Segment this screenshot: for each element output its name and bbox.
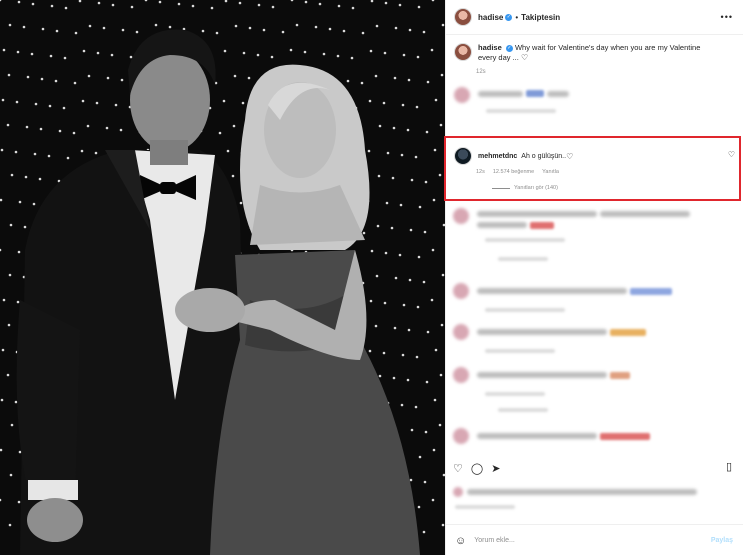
blurred-text bbox=[547, 90, 569, 97]
comment-row-blurred bbox=[453, 208, 738, 229]
blurred-emoji bbox=[526, 90, 544, 97]
comment-username[interactable]: mehmetdnc bbox=[478, 153, 517, 160]
highlighted-comment: mehmetdnc Ah o gülüşün.. ♡ ♡ 12s 12.574 … bbox=[444, 136, 741, 201]
commenter-avatar[interactable] bbox=[453, 208, 469, 224]
commenter-avatar[interactable] bbox=[453, 324, 469, 340]
post-photo bbox=[0, 0, 445, 555]
separator-dot: • bbox=[515, 12, 519, 22]
comment-meta: 12s 12.574 beğenme Yanıtla bbox=[476, 169, 559, 175]
comment-text: Ah o gülüşün.. bbox=[521, 152, 567, 160]
post-caption: hadise ✓ Why wait for Valentine's day wh… bbox=[446, 35, 743, 63]
commenter-avatar[interactable] bbox=[453, 428, 469, 444]
bookmark-icon[interactable]: ▯ bbox=[726, 460, 732, 473]
post-header: hadise ✓ • Takiptesin ••• bbox=[446, 0, 743, 35]
caption-username[interactable]: hadise bbox=[478, 43, 502, 52]
reply-button[interactable]: Yanıtla bbox=[542, 169, 559, 175]
couple-photo-illustration bbox=[0, 0, 445, 555]
heart-icon[interactable]: ♡ bbox=[728, 150, 735, 159]
emoji-icon[interactable]: ☺ bbox=[455, 535, 466, 547]
verified-badge-icon: ✓ bbox=[505, 13, 513, 21]
comment-likes[interactable]: 12.574 beğenme bbox=[493, 169, 534, 175]
follow-status[interactable]: Takiptesin bbox=[521, 13, 560, 22]
comment-row-blurred bbox=[453, 283, 738, 299]
caption-time: 12s bbox=[476, 69, 486, 75]
blurred-text bbox=[478, 90, 523, 97]
post-comment-button[interactable]: Paylaş bbox=[711, 537, 733, 544]
commenter-avatar[interactable] bbox=[454, 87, 470, 103]
commenter-avatar[interactable] bbox=[454, 147, 472, 165]
comment-icon[interactable]: ◯ bbox=[471, 462, 483, 475]
likes-summary bbox=[453, 487, 697, 497]
comment-row-blurred bbox=[453, 428, 738, 444]
view-replies[interactable]: Yanıtları gör (140) bbox=[492, 185, 558, 191]
commenter-avatar[interactable] bbox=[453, 283, 469, 299]
author-username[interactable]: hadise bbox=[478, 13, 503, 22]
share-icon[interactable]: ➤ bbox=[491, 462, 500, 475]
blurred-comments bbox=[453, 208, 738, 444]
commenter-avatar[interactable] bbox=[453, 367, 469, 383]
heart-icon: ♡ bbox=[520, 53, 529, 62]
caption-avatar[interactable] bbox=[454, 43, 472, 61]
comment-time: 12s bbox=[476, 169, 485, 175]
verified-badge-icon: ✓ bbox=[505, 44, 513, 52]
comment-composer: ☺ Yorum ekle... Paylaş bbox=[445, 524, 743, 556]
view-replies-label[interactable]: Yanıtları gör (140) bbox=[514, 185, 558, 191]
blurred-meta bbox=[486, 109, 556, 113]
action-bar: ♡ ◯ ➤ bbox=[453, 462, 500, 475]
comment-row-blurred bbox=[446, 87, 743, 103]
heart-icon[interactable]: ♡ bbox=[453, 462, 463, 475]
comment-row-blurred bbox=[453, 367, 738, 383]
comment-input[interactable]: Yorum ekle... bbox=[474, 537, 515, 544]
reply-line bbox=[492, 187, 510, 189]
blurred-meta bbox=[455, 505, 515, 509]
comment-row-blurred bbox=[453, 324, 738, 340]
more-options-icon[interactable]: ••• bbox=[721, 12, 733, 22]
author-avatar[interactable] bbox=[454, 8, 472, 26]
heart-icon: ♡ bbox=[566, 151, 574, 161]
